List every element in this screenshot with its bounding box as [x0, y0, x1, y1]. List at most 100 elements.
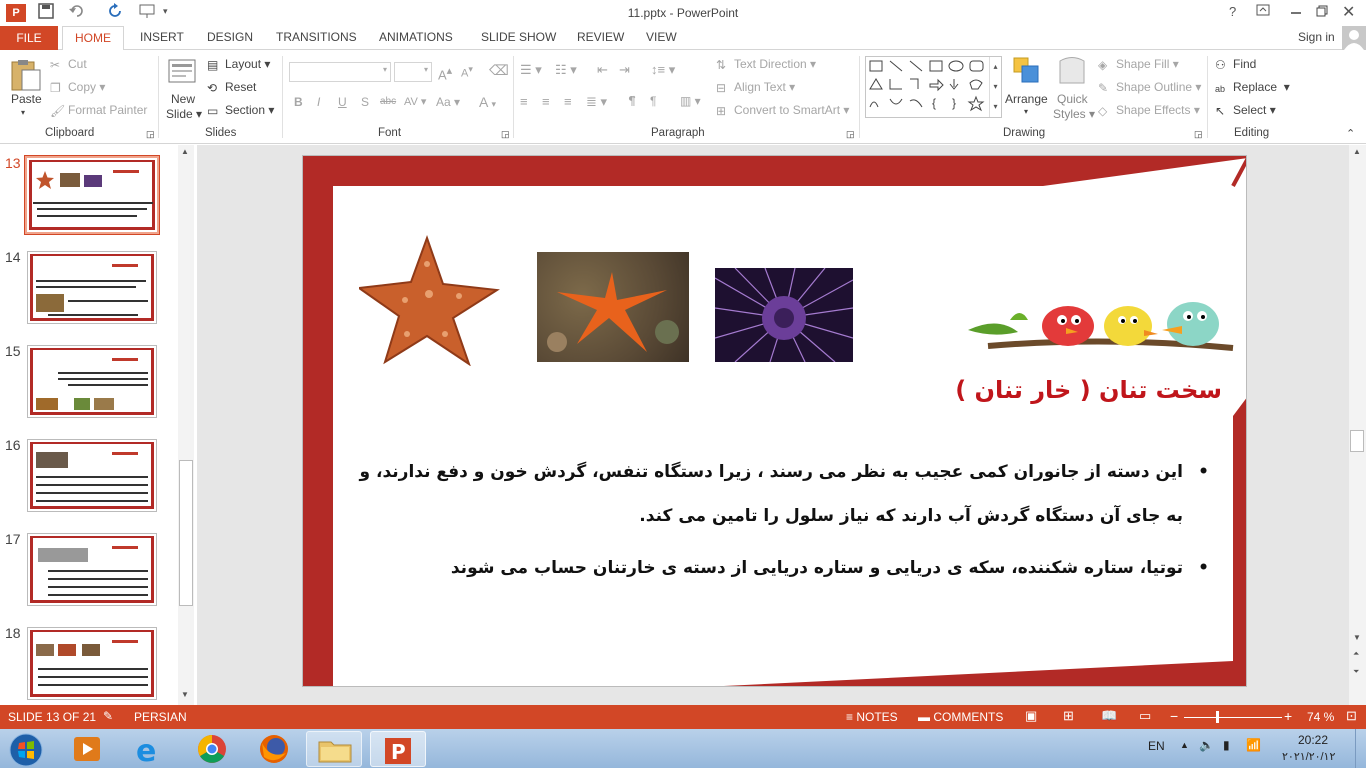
layout-button[interactable]: ▤ Layout ▾ — [207, 57, 270, 72]
replace-button[interactable]: ab Replace ▾ — [1215, 80, 1290, 96]
new-slide-label-2[interactable]: Slide ▾ — [166, 107, 202, 121]
slide-thumbnail[interactable] — [27, 533, 157, 606]
volume-icon[interactable]: 🔈 — [1199, 738, 1214, 752]
arrange-dropdown-icon[interactable]: ▾ — [1024, 107, 1028, 116]
decrease-indent-icon[interactable]: ⇤ — [597, 62, 608, 78]
power-icon[interactable]: ▮ — [1223, 738, 1230, 752]
bold-button[interactable]: B — [294, 95, 303, 109]
zoom-slider-thumb[interactable] — [1216, 711, 1219, 723]
current-slide[interactable]: سخت تنان ( خار تنان ) • این دسته از جانو… — [302, 155, 1247, 687]
font-launcher-icon[interactable]: ◲ — [501, 129, 510, 140]
clock-time[interactable]: 20:22 — [1298, 733, 1328, 747]
close-button[interactable]: ✕ — [1342, 2, 1355, 22]
quick-styles-icon[interactable] — [1057, 56, 1087, 88]
reading-view-icon[interactable]: 📖 — [1101, 708, 1117, 724]
clear-formatting-icon[interactable]: ⌫ — [489, 62, 509, 79]
show-desktop-button[interactable] — [1355, 729, 1366, 768]
text-direction-button[interactable]: ⇅ Text Direction ▾ — [716, 57, 816, 72]
zoom-slider[interactable] — [1184, 717, 1282, 718]
reset-button[interactable]: ⟲ Reset — [207, 80, 256, 95]
scroll-up-icon[interactable]: ▲ — [181, 147, 189, 156]
slide-thumbnail[interactable] — [27, 251, 157, 324]
slideshow-icon[interactable]: ▭ — [1139, 708, 1151, 724]
tab-animations[interactable]: ANIMATIONS — [379, 30, 453, 44]
tab-file[interactable]: FILE — [0, 26, 58, 50]
zoom-level[interactable]: 74 % — [1307, 710, 1334, 724]
numbering-icon[interactable]: ☷ ▾ — [555, 62, 577, 78]
tab-design[interactable]: DESIGN — [207, 30, 253, 44]
quick-styles-label-2[interactable]: Styles ▾ — [1053, 107, 1095, 121]
scroll-down-icon[interactable]: ▼ — [1353, 633, 1361, 642]
underline-button[interactable]: U — [338, 95, 347, 109]
tab-slide-show[interactable]: SLIDE SHOW — [481, 30, 556, 44]
italic-button[interactable]: I — [317, 95, 320, 109]
decrease-font-icon[interactable]: A▾ — [461, 64, 473, 80]
new-slide-icon[interactable] — [167, 56, 197, 86]
panel-scroll-thumb[interactable] — [179, 460, 193, 606]
arrange-button[interactable]: Arrange — [1005, 92, 1048, 106]
slide-thumbnail[interactable] — [27, 439, 157, 512]
slide-thumbnail[interactable] — [24, 155, 160, 235]
help-button[interactable]: ? — [1229, 4, 1236, 24]
font-size-box[interactable]: ▾ — [394, 62, 432, 82]
restore-button[interactable] — [1316, 4, 1328, 24]
shape-effects-button[interactable]: ◇ Shape Effects ▾ — [1098, 103, 1200, 118]
shapes-gallery[interactable]: {} ▴ ▾ ▾ — [865, 56, 1002, 118]
section-button[interactable]: ▭ Section ▾ — [207, 103, 274, 118]
slide-scrollbar[interactable]: ▲ ▼ ⏶ ⏷ — [1349, 145, 1366, 705]
slide-thumbnail[interactable] — [27, 627, 157, 700]
strikethrough-button[interactable]: abc — [380, 96, 396, 107]
paste-icon[interactable] — [8, 58, 42, 92]
scroll-up-icon[interactable]: ▲ — [1353, 147, 1361, 156]
scroll-thumb[interactable] — [1350, 430, 1364, 452]
input-language[interactable]: EN — [1148, 739, 1165, 753]
line-spacing-icon[interactable]: ↕≡ ▾ — [651, 62, 675, 78]
align-left-icon[interactable]: ≡ — [520, 94, 528, 109]
ribbon-display-options-icon[interactable] — [1256, 3, 1270, 23]
justify-icon[interactable]: ≣ ▾ — [586, 94, 607, 110]
change-case-button[interactable]: Aa ▾ — [436, 95, 460, 109]
show-hidden-icons[interactable]: ▲ — [1180, 740, 1189, 750]
slide-body[interactable]: • این دسته از جانوران کمی عجیب به نظر می… — [343, 450, 1213, 590]
minimize-button[interactable] — [1290, 4, 1302, 24]
normal-view-icon[interactable]: ▣ — [1025, 708, 1037, 724]
slide-thumbnail[interactable] — [27, 345, 157, 418]
tab-view[interactable]: VIEW — [646, 30, 677, 44]
font-name-box[interactable]: ▾ — [289, 62, 391, 82]
paragraph-launcher-icon[interactable]: ◲ — [846, 129, 855, 140]
previous-slide-icon[interactable]: ⏶ — [1353, 649, 1359, 659]
arrange-icon[interactable] — [1012, 56, 1042, 86]
file-explorer-icon[interactable] — [306, 731, 362, 767]
internet-explorer-icon[interactable]: e — [122, 731, 178, 769]
increase-indent-icon[interactable]: ⇥ — [619, 62, 630, 78]
next-slide-icon[interactable]: ⏷ — [1353, 667, 1359, 677]
panel-scrollbar[interactable]: ▲ ▼ — [178, 145, 194, 705]
zoom-in-icon[interactable]: + — [1284, 708, 1292, 724]
media-player-icon[interactable] — [58, 731, 114, 767]
drawing-launcher-icon[interactable]: ◲ — [1194, 129, 1203, 140]
clock-date[interactable]: ۲۰۲۱/۲۰/۱۲ — [1282, 750, 1335, 763]
tab-insert[interactable]: INSERT — [140, 30, 184, 44]
paste-dropdown-icon[interactable]: ▾ — [21, 108, 25, 117]
notes-button[interactable]: ≡ NOTES — [846, 710, 898, 724]
sign-in-link[interactable]: Sign in — [1298, 30, 1335, 44]
increase-font-icon[interactable]: A▴ — [438, 64, 452, 82]
language-indicator[interactable]: PERSIAN — [134, 710, 187, 724]
select-button[interactable]: ↖ Select ▾ — [1215, 103, 1276, 118]
new-slide-label-1[interactable]: New — [171, 92, 195, 106]
zoom-out-icon[interactable]: − — [1170, 708, 1178, 724]
align-center-icon[interactable]: ≡ — [542, 94, 550, 109]
scroll-down-icon[interactable]: ▼ — [181, 690, 189, 699]
align-text-button[interactable]: ⊟ Align Text ▾ — [716, 80, 795, 95]
slide-sorter-icon[interactable]: ⊞ — [1063, 708, 1074, 724]
tab-transitions[interactable]: TRANSITIONS — [276, 30, 357, 44]
char-spacing-icon[interactable]: AV ▾ — [404, 95, 426, 108]
copy-button[interactable]: ❐ Copy ▾ — [50, 80, 105, 95]
start-button[interactable] — [0, 731, 50, 767]
shadow-button[interactable]: S — [361, 95, 369, 109]
firefox-icon[interactable] — [246, 731, 302, 767]
format-painter-button[interactable]: 🖌 Format Painter — [50, 103, 147, 118]
shape-fill-button[interactable]: ◈ Shape Fill ▾ — [1098, 57, 1179, 72]
tab-home[interactable]: HOME — [62, 26, 124, 51]
network-icon[interactable]: 📶 — [1246, 738, 1261, 752]
